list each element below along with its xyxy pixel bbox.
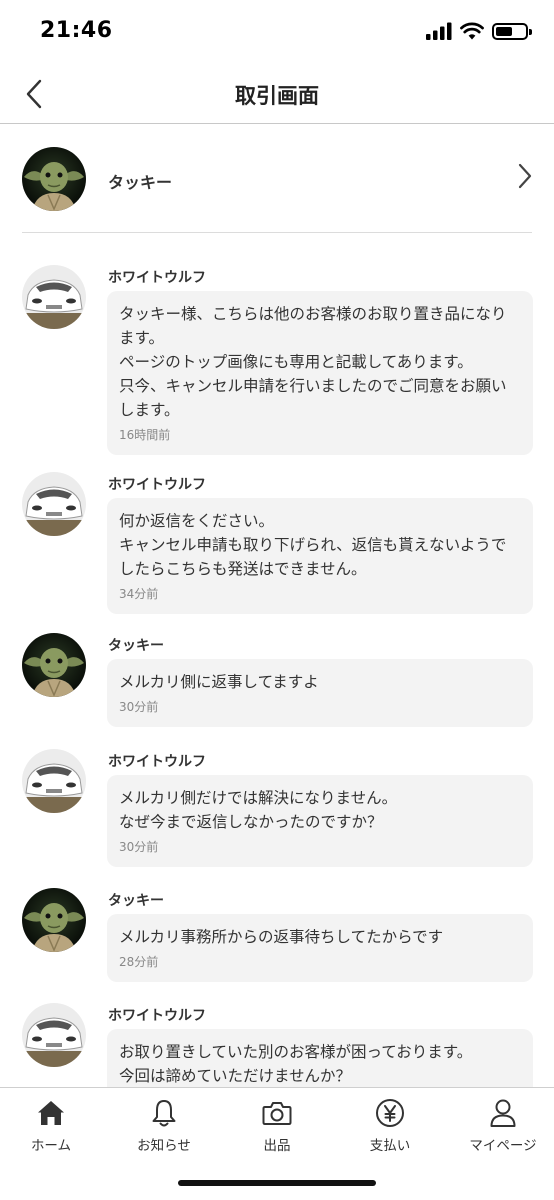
message-sender: ホワイトウルフ xyxy=(108,477,206,493)
message-sender: ホワイトウルフ xyxy=(108,754,206,770)
message-bubble: タッキー様、こちらは他のお客様のお取り置き品になります。 ページのトップ画像にも… xyxy=(107,291,533,455)
message-text: メルカリ側だけでは解決になりません。 なぜ今まで返信しなかったのですか？ xyxy=(119,789,398,831)
white-car-avatar-image xyxy=(22,265,86,329)
avatar xyxy=(22,472,86,536)
white-car-avatar-image xyxy=(22,1003,86,1067)
partner-name: タッキー xyxy=(108,173,173,192)
partner-profile-row[interactable]: タッキー xyxy=(0,125,554,233)
message-time: 28分前 xyxy=(119,955,159,969)
message-text: お取り置きしていた別のお客様が困っております。 今回は諦めていただけませんか？ xyxy=(119,1043,473,1085)
message-bubble: メルカリ側だけでは解決になりません。 なぜ今まで返信しなかったのですか？ 30分… xyxy=(107,775,533,867)
camera-icon xyxy=(262,1102,292,1125)
chevron-right-icon xyxy=(518,163,532,193)
status-icons xyxy=(426,22,532,40)
yoda-avatar-image xyxy=(22,888,86,952)
yen-icon xyxy=(376,1099,404,1127)
tab-label: マイページ xyxy=(469,1138,537,1154)
tab-mypage[interactable]: マイページ xyxy=(448,1096,554,1160)
status-time: 21:46 xyxy=(40,18,113,43)
message-sender: タッキー xyxy=(108,638,164,654)
message-sender: タッキー xyxy=(108,893,164,909)
status-bar: 21:46 xyxy=(0,0,554,64)
message-time: 30分前 xyxy=(119,700,159,714)
avatar xyxy=(22,265,86,329)
message-bubble: メルカリ側に返事してますよ 30分前 xyxy=(107,659,533,727)
tab-label: お知らせ xyxy=(137,1138,191,1154)
signal-icon xyxy=(426,22,452,40)
yoda-avatar-image xyxy=(22,147,86,211)
message-text: メルカリ事務所からの返事待ちしてたからです xyxy=(119,928,444,946)
message-bubble: 何か返信をください。 キャンセル申請も取り下げられ、返信も貰えないようでしたらこ… xyxy=(107,498,533,614)
tab-label: ホーム xyxy=(30,1138,72,1154)
white-car-avatar-image xyxy=(22,749,86,813)
tab-sell[interactable]: 出品 xyxy=(222,1096,332,1160)
avatar xyxy=(22,749,86,813)
yoda-avatar-image xyxy=(22,633,86,697)
battery-icon xyxy=(492,22,532,40)
message-text: メルカリ側に返事してますよ xyxy=(119,673,319,691)
avatar xyxy=(22,633,86,697)
nav-bar: 取引画面 xyxy=(0,64,554,124)
message-list[interactable]: ホワイトウルフ タッキー様、こちらは他のお客様のお取り置き品になります。 ページ… xyxy=(0,233,554,1087)
message-sender: ホワイトウルフ xyxy=(108,270,206,286)
message-time: 16時間前 xyxy=(119,428,171,442)
page-title: 取引画面 xyxy=(235,84,319,108)
home-indicator xyxy=(178,1180,376,1186)
white-car-avatar-image xyxy=(22,472,86,536)
tab-home[interactable]: ホーム xyxy=(0,1096,106,1160)
person-icon xyxy=(490,1099,516,1127)
tab-label: 支払い xyxy=(369,1138,411,1154)
avatar xyxy=(22,147,86,211)
message-bubble: メルカリ事務所からの返事待ちしてたからです 28分前 xyxy=(107,914,533,982)
wifi-icon xyxy=(460,22,484,40)
home-icon xyxy=(38,1101,64,1125)
message-bubble: お取り置きしていた別のお客様が困っております。 今回は諦めていただけませんか？ xyxy=(107,1029,533,1087)
message-time: 34分前 xyxy=(119,587,159,601)
message-time: 30分前 xyxy=(119,840,159,854)
avatar xyxy=(22,1003,86,1067)
message-sender: ホワイトウルフ xyxy=(108,1008,206,1024)
avatar xyxy=(22,888,86,952)
message-text: タッキー様、こちらは他のお客様のお取り置き品になります。 ページのトップ画像にも… xyxy=(119,305,507,419)
tab-label: 出品 xyxy=(263,1138,291,1154)
bell-icon xyxy=(152,1100,176,1127)
message-text: 何か返信をください。 キャンセル申請も取り下げられ、返信も貰えないようでしたらこ… xyxy=(119,512,507,578)
tab-notifications[interactable]: お知らせ xyxy=(109,1096,219,1160)
tab-payment[interactable]: 支払い xyxy=(335,1096,445,1160)
